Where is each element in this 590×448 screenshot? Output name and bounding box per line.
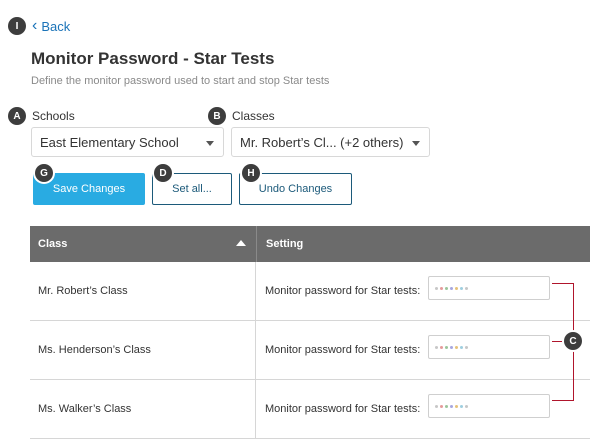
callout-marker-d: D xyxy=(154,164,172,182)
masked-password xyxy=(435,404,468,408)
classes-label: Classes xyxy=(232,109,275,123)
password-input[interactable] xyxy=(428,335,550,359)
schools-dropdown[interactable]: East Elementary School xyxy=(31,127,224,157)
password-label: Monitor password for Star tests: xyxy=(265,403,421,415)
masked-password xyxy=(435,345,468,349)
chevron-down-icon xyxy=(412,141,420,146)
password-input[interactable] xyxy=(428,276,550,300)
column-header-setting-label: Setting xyxy=(266,238,304,250)
callout-marker-c: C xyxy=(564,332,582,350)
column-header-class-label: Class xyxy=(38,238,68,250)
callout-marker-g: G xyxy=(35,164,53,182)
page-title: Monitor Password - Star Tests xyxy=(31,49,275,68)
chevron-down-icon xyxy=(206,141,214,146)
column-header-class[interactable]: Class xyxy=(30,226,256,262)
chevron-left-icon: ‹ xyxy=(32,17,38,34)
table-row: Mr. Robert’s Class Monitor password for … xyxy=(30,262,590,321)
callout-marker-i: I xyxy=(8,17,26,35)
sort-ascending-icon xyxy=(236,240,246,246)
class-settings-table: Class Setting Mr. Robert’s Class Monitor… xyxy=(30,226,590,439)
setting-cell: Monitor password for Star tests: xyxy=(256,380,590,438)
password-label: Monitor password for Star tests: xyxy=(265,344,421,356)
password-input[interactable] xyxy=(428,394,550,418)
classes-dropdown[interactable]: Mr. Robert’s Cl... (+2 others) xyxy=(231,127,430,157)
table-row: Ms. Henderson’s Class Monitor password f… xyxy=(30,321,590,380)
class-name: Ms. Walker’s Class xyxy=(30,380,256,438)
callout-marker-a: A xyxy=(8,107,26,125)
back-label: Back xyxy=(41,18,71,34)
callout-marker-h: H xyxy=(242,164,260,182)
schools-dropdown-value: East Elementary School xyxy=(40,134,179,150)
callout-marker-b: B xyxy=(208,107,226,125)
class-name: Mr. Robert’s Class xyxy=(30,262,256,320)
schools-label: Schools xyxy=(32,109,75,123)
setting-cell: Monitor password for Star tests: xyxy=(256,321,590,379)
table-header: Class Setting xyxy=(30,226,590,262)
page-subtitle: Define the monitor password used to star… xyxy=(31,75,330,87)
setting-cell: Monitor password for Star tests: xyxy=(256,262,590,320)
classes-dropdown-value: Mr. Robert’s Cl... (+2 others) xyxy=(240,134,404,150)
class-name: Ms. Henderson’s Class xyxy=(30,321,256,379)
callout-bracket-tick xyxy=(552,341,562,342)
back-link[interactable]: ‹ Back xyxy=(32,18,70,34)
table-row: Ms. Walker’s Class Monitor password for … xyxy=(30,380,590,439)
column-header-setting: Setting xyxy=(256,226,590,262)
masked-password xyxy=(435,286,468,290)
password-label: Monitor password for Star tests: xyxy=(265,285,421,297)
